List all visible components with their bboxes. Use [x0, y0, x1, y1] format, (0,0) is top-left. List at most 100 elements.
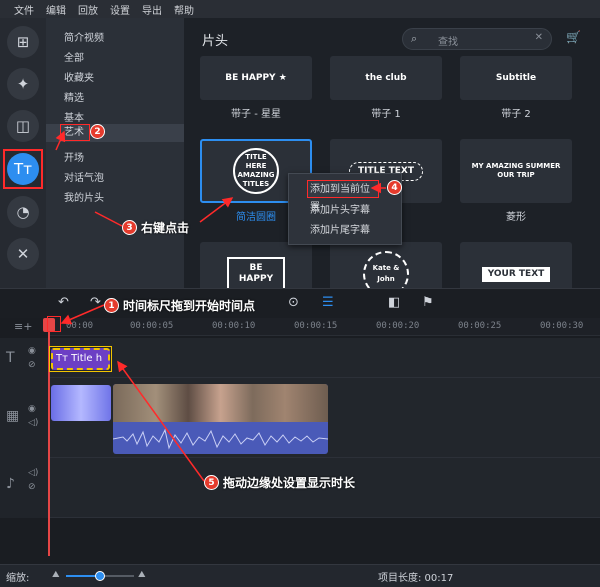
eye-icon[interactable]: ◉ [28, 346, 36, 356]
menu-playback[interactable]: 回放 [72, 2, 104, 17]
annotation-number: 3 [122, 220, 137, 235]
title-track[interactable] [48, 338, 600, 378]
menubar: 文件 编辑 回放 设置 导出 帮助 [0, 0, 600, 18]
category-item[interactable]: 收藏夹 [64, 69, 94, 84]
volume-icon[interactable]: ◁) [28, 468, 38, 478]
category-item[interactable]: 基本 [64, 109, 84, 124]
annotation-4: 4 [387, 180, 402, 195]
tile-thumb-text: TITLE HERE AMAZING TITLES [237, 153, 275, 188]
annotation-3: 3 右键点击 [122, 219, 189, 236]
menu-settings[interactable]: 设置 [104, 2, 136, 17]
volume-icon[interactable]: ◁) [28, 418, 38, 428]
title-track-header: T ◉ ⊘ [0, 338, 48, 378]
title-tile[interactable]: BE HAPPY [200, 242, 312, 288]
category-item[interactable]: 全部 [64, 49, 84, 64]
menu-export[interactable]: 导出 [136, 2, 168, 17]
tile-thumb-text: Kate & John [363, 251, 409, 288]
menu-edit[interactable]: 编辑 [40, 2, 72, 17]
film-icon: ▦ [6, 408, 20, 424]
tile-thumb-text: MY AMAZING SUMMER OUR TRIP [471, 162, 561, 179]
annotation-text: 拖动边缘处设置显示时长 [223, 476, 356, 490]
zoom-slider[interactable]: ⛰ ⛰ [50, 570, 150, 582]
music-note-icon: ♪ [6, 476, 15, 492]
undo-icon[interactable]: ↶ [58, 295, 69, 310]
zoom-label: 缩放: [6, 573, 30, 584]
magic-wand-icon[interactable]: ✦ [7, 68, 39, 100]
zoom-in-icon[interactable]: ⛰ [138, 570, 146, 580]
category-panel: 简介视频 全部 收藏夹 精选 基本 艺术 开场 对话气泡 我的片头 [46, 18, 184, 288]
tile-label: 菱形 [506, 212, 526, 223]
tile-label: 带子 1 [371, 109, 401, 120]
title-tile[interactable]: BE HAPPY ★ [200, 56, 312, 100]
title-tile[interactable]: YOUR TEXT [460, 242, 572, 288]
time-ruler[interactable]: 00:00 00:00:05 00:00:10 00:00:15 00:00:2… [48, 318, 600, 336]
link-icon[interactable]: ⊘ [28, 482, 36, 492]
annotation-box-titles [4, 150, 42, 188]
circle-shape: TITLE HERE AMAZING TITLES [233, 148, 279, 194]
video-track-header: ▦ ◉ ◁) [0, 378, 48, 458]
eye-icon[interactable]: ◉ [28, 404, 36, 414]
status-bar: 缩放: ⛰ ⛰ 项目长度: 00:17 [0, 564, 600, 587]
link-icon[interactable]: ⊘ [28, 360, 36, 370]
audio-track-header: ♪ ◁) ⊘ [0, 458, 48, 518]
search-input[interactable]: ⌕ 查找 ✕ [402, 28, 552, 50]
audio-waveform [113, 428, 328, 450]
ruler-tick: 00:00:30 [540, 321, 584, 331]
stickers-icon[interactable]: ◔ [7, 196, 39, 228]
search-icon: ⌕ [411, 32, 418, 45]
annotation-text: 右键点击 [141, 221, 190, 235]
menu-item-add-at-current[interactable]: 添加到当前位置 [307, 180, 379, 213]
title-tile[interactable]: MY AMAZING SUMMER OUR TRIP [460, 139, 572, 203]
context-menu: 添加到当前位置 添加片头字幕 添加片尾字幕 [288, 173, 402, 245]
annotation-2: 2 [90, 124, 105, 139]
record-icon[interactable]: ⊙ [288, 295, 299, 310]
crop-icon[interactable]: ◧ [388, 295, 400, 310]
titles-content: 片头 ⌕ 查找 ✕ 🛒 BE HAPPY ★ 带子 - 星星 the club … [184, 18, 600, 288]
category-item[interactable]: 我的片头 [64, 189, 104, 204]
title-tile[interactable]: the club [330, 56, 442, 100]
add-file-icon[interactable]: ⊞ [7, 26, 39, 58]
menu-item-add-outro[interactable]: 添加片尾字幕 [289, 222, 401, 240]
clear-icon[interactable]: ✕ [535, 32, 543, 43]
ruler-tick: 00:00 [66, 321, 94, 331]
ruler-tick: 00:00:15 [294, 321, 338, 331]
add-track-icon[interactable]: ≡+ [14, 320, 32, 333]
cart-icon[interactable]: 🛒 [566, 30, 581, 44]
annotation-1: 1 时间标尺拖到开始时间点 [104, 297, 255, 314]
redo-icon[interactable]: ↷ [90, 295, 101, 310]
tile-label: 带子 - 星星 [231, 109, 281, 120]
art-highlight-box [60, 124, 90, 141]
tile-thumb-text: BE HAPPY [226, 257, 286, 288]
annotation-number: 2 [90, 124, 105, 139]
video-clip[interactable] [51, 385, 111, 421]
zoom-out-icon[interactable]: ⛰ [52, 570, 60, 580]
search-placeholder: 查找 [438, 37, 458, 48]
zoom-knob[interactable] [95, 571, 105, 581]
annotation-box-playhead [47, 316, 61, 332]
tile-thumb-text: Subtitle [495, 72, 537, 83]
title-tile[interactable]: Kate & John [330, 242, 442, 288]
adjust-icon[interactable]: ☰ [322, 295, 334, 310]
tile-thumb-text: YOUR TEXT [481, 266, 551, 282]
category-item[interactable]: 对话气泡 [64, 169, 104, 184]
menu-file[interactable]: 文件 [8, 2, 40, 17]
tile-label: 带子 2 [501, 109, 531, 120]
project-length: 项目长度: 00:17 [378, 573, 454, 584]
annotation-box-clip [49, 346, 112, 372]
editor-toolbar: ↶ ↷ ⊙ ☰ ◧ ⚑ [0, 288, 600, 318]
category-item[interactable]: 精选 [64, 89, 84, 104]
flag-icon[interactable]: ⚑ [422, 295, 434, 310]
category-item[interactable]: 简介视频 [64, 29, 104, 44]
tools-icon[interactable]: ✕ [7, 238, 39, 270]
annotation-text: 时间标尺拖到开始时间点 [123, 299, 256, 313]
annotation-number: 5 [204, 475, 219, 490]
annotation-number: 1 [104, 298, 119, 313]
menu-help[interactable]: 帮助 [168, 2, 200, 17]
category-item[interactable]: 开场 [64, 149, 84, 164]
video-clip[interactable] [113, 384, 328, 454]
menu-item-add-intro[interactable]: 添加片头字幕 [289, 202, 401, 220]
ruler-tick: 00:00:20 [376, 321, 420, 331]
page-title: 片头 [202, 34, 229, 49]
title-tile[interactable]: Subtitle [460, 56, 572, 100]
transitions-icon[interactable]: ◫ [7, 110, 39, 142]
